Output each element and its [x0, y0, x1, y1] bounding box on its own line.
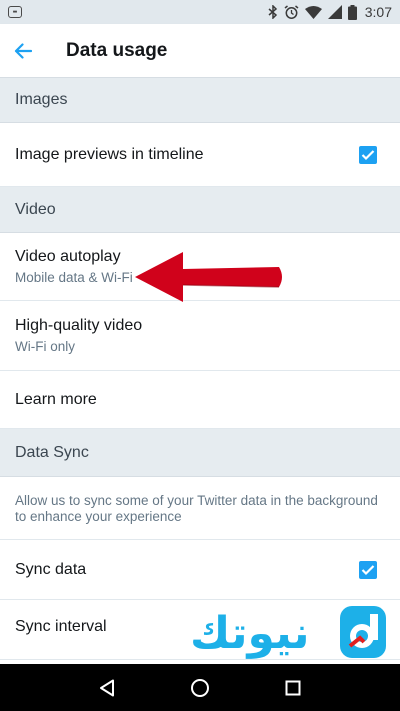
checkmark-icon [361, 149, 375, 160]
high-quality-video-label: High-quality video [15, 317, 143, 334]
checkmark-icon [361, 564, 375, 575]
section-header-data-sync: Data Sync [0, 429, 400, 477]
section-header-video: Video [0, 187, 400, 233]
watermark-text: نيوتك [190, 607, 311, 659]
signal-icon [327, 5, 342, 19]
learn-more-link[interactable]: Learn more [0, 371, 400, 429]
home-circle-icon [190, 678, 209, 697]
video-autoplay-label: Video autoplay [15, 248, 121, 265]
data-sync-description: Allow us to sync some of your Twitter da… [0, 477, 400, 540]
app-notification-icon: ▬ [8, 6, 22, 18]
status-time: 3:07 [364, 4, 392, 20]
back-button[interactable] [0, 24, 46, 78]
nav-home-button[interactable] [180, 668, 220, 708]
wifi-icon [304, 5, 322, 19]
bluetooth-icon [268, 5, 277, 19]
sync-data-checkbox[interactable] [359, 560, 377, 579]
learn-more-label: Learn more [15, 390, 97, 408]
status-bar: ▬ 3:07 [0, 0, 400, 24]
recents-square-icon [285, 680, 301, 695]
app-bar: Data usage [0, 24, 400, 78]
image-previews-setting[interactable]: Image previews in timeline [0, 123, 400, 187]
brand-logo-icon [340, 606, 386, 658]
sync-data-setting[interactable]: Sync data [0, 540, 400, 600]
arrow-left-icon [14, 42, 32, 59]
section-header-images: Images [0, 78, 400, 123]
nav-recents-button[interactable] [273, 668, 313, 708]
high-quality-video-setting[interactable]: High-quality video Wi-Fi only [0, 301, 400, 371]
settings-list: Images Image previews in timeline Video … [0, 78, 400, 660]
system-nav-bar [0, 664, 400, 711]
image-previews-label: Image previews in timeline [15, 145, 204, 163]
sync-interval-label: Sync interval [15, 618, 107, 635]
video-autoplay-value: Mobile data & Wi-Fi [15, 270, 133, 285]
battery-icon [347, 4, 357, 20]
page-title: Data usage [66, 39, 168, 61]
nav-back-button[interactable] [87, 668, 127, 708]
watermark-logo: نيوتك [190, 598, 395, 668]
high-quality-video-value: Wi-Fi only [15, 339, 75, 354]
alarm-icon [284, 4, 299, 19]
red-arrow-annotation [135, 252, 282, 302]
image-previews-checkbox[interactable] [359, 145, 377, 164]
back-triangle-icon [99, 679, 114, 696]
sync-data-label: Sync data [15, 560, 87, 578]
